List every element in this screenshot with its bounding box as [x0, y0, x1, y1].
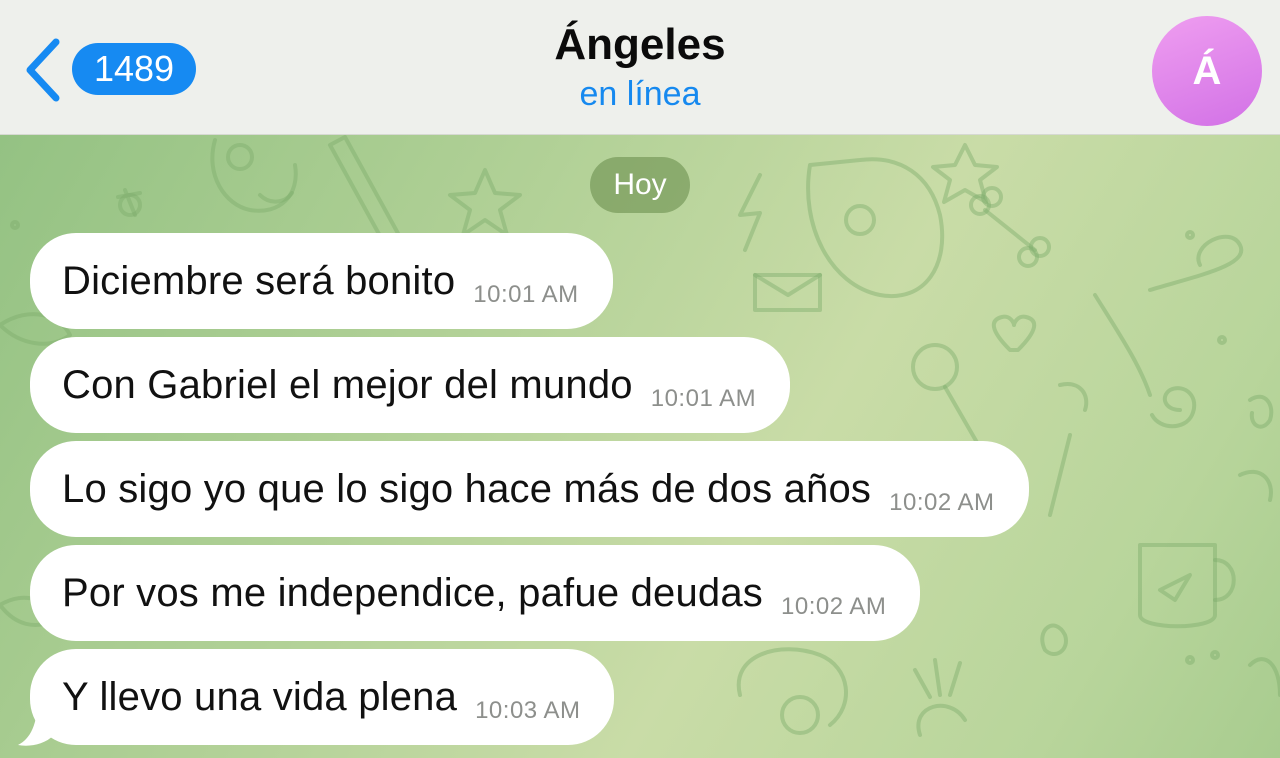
- message-text: Por vos me independice, pafue deudas: [62, 570, 764, 615]
- back-button[interactable]: [20, 38, 64, 102]
- message-bubble[interactable]: Lo sigo yo que lo sigo hace más de dos a…: [30, 441, 1029, 537]
- message-text: Y llevo una vida plena: [62, 674, 458, 719]
- chat-area[interactable]: Hoy Diciembre será bonito 10:01 AM Con G…: [0, 135, 1280, 758]
- chat-header: 1489 Ángeles en línea Á: [0, 0, 1280, 135]
- message-time: 10:01 AM: [650, 385, 757, 412]
- unread-count-badge[interactable]: 1489: [72, 43, 196, 95]
- avatar[interactable]: Á: [1152, 16, 1262, 126]
- chevron-left-icon: [26, 38, 60, 102]
- message-bubble[interactable]: Con Gabriel el mejor del mundo 10:01 AM: [30, 337, 791, 433]
- contact-name: Ángeles: [554, 20, 726, 69]
- message-time: 10:02 AM: [889, 489, 995, 516]
- message-text: Con Gabriel el mejor del mundo: [62, 362, 633, 407]
- message-bubble[interactable]: Diciembre será bonito 10:01 AM: [30, 233, 613, 329]
- message-time: 10:01 AM: [473, 281, 579, 308]
- contact-info[interactable]: Ángeles en línea: [390, 18, 890, 114]
- avatar-initial: Á: [1192, 48, 1222, 93]
- message-time: 10:02 AM: [781, 593, 887, 620]
- message-bubble[interactable]: Y llevo una vida plena 10:03 AM: [30, 649, 615, 745]
- message-text: Lo sigo yo que lo sigo hace más de dos a…: [62, 466, 872, 511]
- online-status: en línea: [579, 75, 701, 113]
- message-bubble[interactable]: Por vos me independice, pafue deudas 10:…: [30, 545, 921, 641]
- message-text: Diciembre será bonito: [62, 258, 456, 303]
- message-time: 10:03 AM: [475, 697, 581, 724]
- date-separator: Hoy: [590, 157, 690, 213]
